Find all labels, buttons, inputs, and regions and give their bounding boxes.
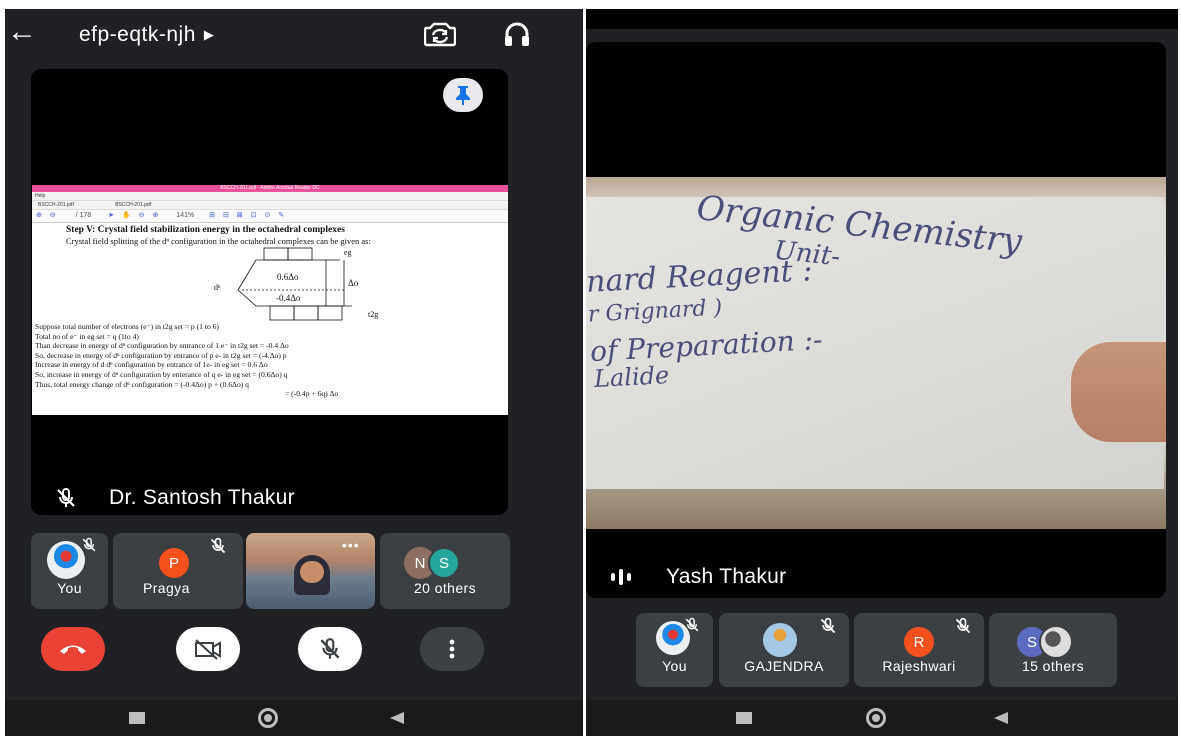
speaker-name: Yash Thakur (666, 565, 787, 588)
back-icon[interactable] (390, 712, 404, 724)
label-0-6: 0.6Δo (277, 272, 299, 282)
pdf-line: Total no of e⁻ in eg set = q (1to 4) (35, 331, 139, 341)
participant-label: GAJENDRA (744, 658, 824, 674)
mic-off-icon (320, 638, 340, 659)
pdf-line: So, increase in energy of dⁿ configurati… (35, 369, 288, 379)
right-phone-screen: Organic Chemistry Unit- nard Reagent : r… (586, 9, 1178, 736)
chevron-right-icon: ▶ (203, 27, 215, 42)
pdf-line: So, decrease in energy of dⁿ configurati… (35, 350, 287, 360)
more-options-button[interactable] (420, 627, 484, 671)
label-dn: dⁿ (214, 283, 221, 292)
participant-tile-pragya[interactable]: P Pragya (113, 533, 243, 609)
android-nav-bar (5, 700, 583, 736)
pdf-toolbar: ⊕ ⊖ / 178 ➤ ✋ ⊖ ⊕ 141% ⊞ ⊟ ⊠ ⊡ ⊙ ✎ (32, 210, 508, 223)
avatar: P (159, 548, 189, 578)
left-phone-screen: ← efp-eqtk-njh ▶ Dr. Santosh Thakur BSCCH… (5, 9, 583, 736)
pdf-title-bar: BSCCH-201.pdf - Adobe Acrobat Reader DC (32, 185, 508, 192)
top-bar: ← efp-eqtk-njh ▶ (5, 9, 583, 59)
mic-off-icon (954, 617, 972, 640)
teacher-hand (1071, 342, 1166, 442)
participant-tile-others[interactable]: S 15 others (989, 613, 1117, 687)
pdf-page-indicator: / 178 (75, 212, 92, 219)
mic-off-icon (684, 617, 700, 638)
pdf-zoom[interactable]: 141% (176, 212, 194, 219)
label-minus-0-4: -0.4Δo (276, 293, 301, 303)
participant-label: 15 others (1022, 658, 1084, 674)
pin-button[interactable] (443, 78, 483, 112)
pdf-more-tools[interactable]: ⊞ ⊟ ⊠ ⊡ ⊙ ✎ (209, 212, 287, 219)
pdf-menu-help[interactable]: Help (35, 193, 45, 199)
pdf-line: = (-0.4p + 6q) Δo (285, 389, 339, 399)
pdf-line: Thus, total energy change of dⁿ configur… (35, 379, 249, 389)
label-t2g: t2g (368, 310, 379, 319)
pdf-line: Suppose total number of electrons (e⁻) i… (35, 322, 219, 331)
label-delta: Δo (348, 278, 359, 288)
meeting-code-text: efp-eqtk-njh (79, 23, 196, 46)
home-icon[interactable] (866, 708, 886, 728)
pdf-body: Suppose total number of electrons (e⁻) i… (35, 322, 508, 399)
meeting-code[interactable]: efp-eqtk-njh ▶ (79, 23, 214, 47)
participant-label: Rajeshwari (882, 658, 956, 674)
participant-tile-others[interactable]: N S 20 others (380, 533, 510, 609)
crystal-field-diagram: eg 0.6Δo dⁿ Δo -0.4Δo t2g (32, 246, 508, 322)
pdf-menu-bar: Help (32, 192, 508, 201)
switch-camera-icon[interactable] (422, 19, 458, 49)
headphones-icon[interactable] (500, 19, 534, 49)
back-arrow-icon[interactable]: ← (7, 17, 37, 47)
end-call-button[interactable] (41, 627, 105, 671)
pdf-tab-2[interactable]: BSCCH-201.pdf (115, 202, 151, 208)
android-nav-bar (586, 700, 1178, 736)
hang-up-icon (60, 645, 86, 654)
recents-icon[interactable] (129, 712, 145, 724)
status-bar (586, 9, 1178, 29)
video-face (300, 561, 324, 583)
more-options-icon[interactable]: ••• (342, 537, 360, 553)
pdf-tab-1[interactable]: BSCCH-201.pdf (38, 202, 74, 208)
participant-tile-you[interactable]: You (31, 533, 108, 609)
avatar (763, 623, 797, 657)
participant-label: You (57, 580, 82, 596)
mic-off-icon (55, 487, 77, 514)
pdf-line: Than decrease in energy of dⁿ configurat… (35, 341, 289, 351)
speaker-name: Dr. Santosh Thakur (109, 486, 295, 509)
participant-tile-you[interactable]: You (636, 613, 713, 687)
participant-label: You (662, 658, 687, 674)
pdf-heading: Step V: Crystal field stabilization ener… (66, 225, 345, 235)
participant-tile-video[interactable]: ••• (246, 533, 375, 609)
back-icon[interactable] (994, 712, 1008, 724)
pdf-line: Increase in energy of d dⁿ configuration… (35, 360, 268, 370)
pdf-intro: Crystal field splitting of the dⁿ config… (66, 236, 371, 246)
recents-icon[interactable] (736, 712, 752, 724)
audio-level-icon (610, 568, 632, 591)
mic-off-icon (209, 537, 227, 560)
board-text: Lalide (593, 361, 670, 393)
mic-off-icon (81, 537, 97, 558)
video-off-icon (195, 639, 221, 660)
avatar (47, 541, 85, 579)
camera-off-button[interactable] (176, 627, 240, 671)
participant-label: Pragya (143, 580, 190, 596)
mic-off-button[interactable] (298, 627, 362, 671)
participant-label: 20 others (414, 580, 476, 596)
pdf-toolbar-icons[interactable]: ⊕ ⊖ (36, 212, 59, 219)
avatar: R (904, 627, 934, 657)
home-icon[interactable] (258, 708, 278, 728)
whiteboard-video: Organic Chemistry Unit- nard Reagent : r… (586, 177, 1166, 529)
avatar: S (428, 547, 460, 579)
mic-off-icon (819, 617, 837, 640)
participant-tile-rajeshwari[interactable]: R Rajeshwari (854, 613, 984, 687)
pin-icon (456, 86, 470, 105)
label-eg: eg (344, 248, 352, 257)
main-video-tile[interactable]: Organic Chemistry Unit- nard Reagent : r… (586, 42, 1166, 598)
avatar (1039, 625, 1073, 659)
pdf-tool-icons[interactable]: ➤ ✋ ⊖ ⊕ (108, 212, 161, 219)
pdf-tab-bar: BSCCH-201.pdf BSCCH-201.pdf (32, 201, 508, 210)
participant-tile-gajendra[interactable]: GAJENDRA (719, 613, 849, 687)
shared-pdf-screen: BSCCH-201.pdf - Adobe Acrobat Reader DC … (32, 185, 508, 415)
more-vert-icon (449, 639, 455, 659)
